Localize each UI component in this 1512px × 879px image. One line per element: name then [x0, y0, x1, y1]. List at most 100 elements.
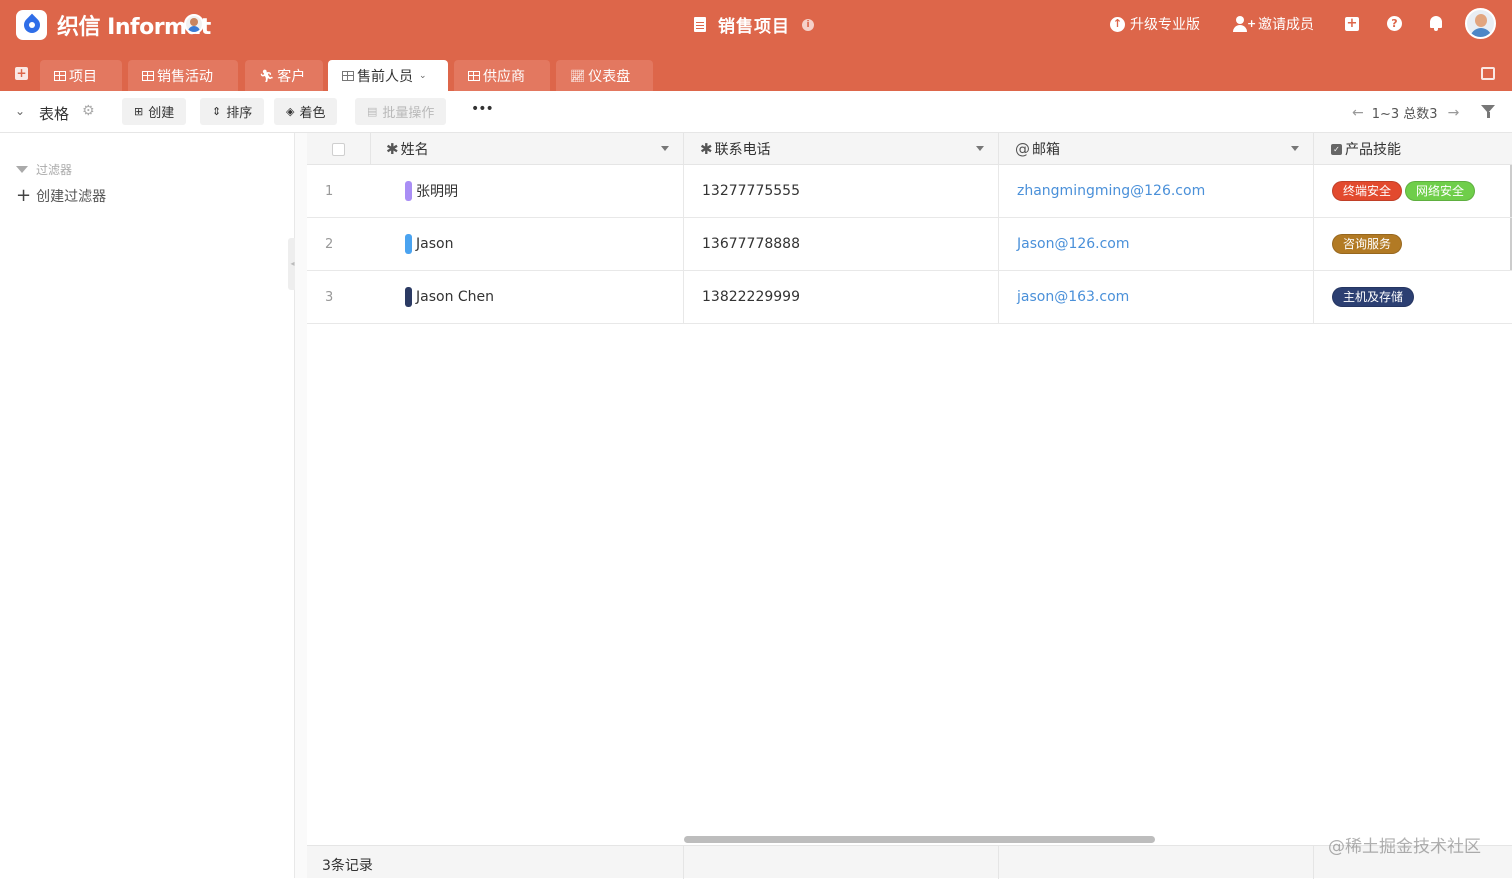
user-plus-icon: + — [1233, 16, 1256, 32]
invite-members-button[interactable]: + 邀请成员 — [1233, 14, 1314, 34]
email-cell[interactable]: Jason@126.com — [999, 218, 1314, 270]
chevron-down-icon[interactable]: ⌄ — [15, 104, 25, 118]
email-cell[interactable]: zhangmingming@126.com — [999, 165, 1314, 217]
column-label: 联系电话 — [714, 142, 771, 158]
row-number: 3 — [325, 289, 334, 305]
chevron-down-icon[interactable]: ⌄ — [419, 71, 427, 81]
upgrade-button[interactable]: ↑ 升级专业版 — [1110, 14, 1200, 34]
email-link[interactable]: jason@163.com — [1017, 289, 1129, 305]
color-button[interactable]: ◈ 着色 — [274, 98, 338, 125]
filter-title-label: 过滤器 — [36, 163, 73, 177]
row-number: 1 — [325, 183, 334, 199]
caret-down-icon[interactable] — [1291, 146, 1299, 151]
name-value: Jason Chen — [416, 289, 495, 305]
required-asterisk-icon: ✱ — [386, 140, 399, 158]
phone-cell[interactable]: 13822229999 — [684, 271, 999, 323]
record-color-bar — [405, 181, 412, 201]
user-avatar[interactable] — [1465, 8, 1496, 39]
tab-sales-activities[interactable]: 销售活动 — [128, 60, 238, 91]
caret-down-icon[interactable] — [661, 146, 669, 151]
skill-tag: 主机及存储 — [1332, 287, 1415, 307]
view-name[interactable]: 表格 — [39, 103, 69, 124]
help-icon[interactable]: ? — [1387, 16, 1402, 31]
more-icon[interactable]: ••• — [471, 101, 494, 117]
required-asterisk-icon: ✱ — [700, 140, 713, 158]
tab-presales-staff[interactable]: 售前人员 ⌄ — [328, 60, 448, 91]
plus-square-icon: ⊞ — [134, 105, 144, 118]
tab-customers[interactable]: 🏃︎ 客户 — [245, 60, 323, 91]
at-icon: @ — [1015, 140, 1030, 158]
record-count: 3条记录 — [322, 858, 373, 874]
email-link[interactable]: zhangmingming@126.com — [1017, 183, 1205, 199]
document-title-area: 销售项目 i — [694, 12, 814, 37]
column-header-email[interactable]: @ 邮箱 — [999, 133, 1314, 165]
create-button[interactable]: ⊞ 创建 — [122, 98, 187, 125]
table-row[interactable]: 1 张明明 13277775555 zhangmingming@126.com … — [307, 165, 1512, 218]
column-header-name[interactable]: ✱ 姓名 — [371, 133, 684, 165]
create-filter-label: 创建过滤器 — [36, 189, 107, 205]
app-logo-icon[interactable] — [16, 10, 47, 40]
name-cell[interactable]: Jason — [371, 218, 684, 270]
name-value: Jason — [416, 236, 454, 252]
tab-suppliers[interactable]: 供应商 — [454, 60, 550, 91]
name-value: 张明明 — [416, 184, 458, 200]
document-title[interactable]: 销售项目 — [718, 12, 790, 37]
filter-icon[interactable] — [1481, 105, 1495, 118]
skills-cell[interactable]: 终端安全 网络安全 — [1314, 165, 1512, 217]
caret-down-icon[interactable] — [976, 146, 984, 151]
phone-cell[interactable]: 13677778888 — [684, 218, 999, 270]
app-header: 织信 Informat 销售项目 i ↑ 升级专业版 + 邀请成员 + ? + … — [0, 0, 1512, 91]
color-label: 着色 — [299, 106, 326, 121]
horizontal-scrollbar[interactable] — [684, 836, 1155, 843]
phone-value: 13822229999 — [702, 289, 800, 305]
chart-icon: 📈︎ — [570, 68, 586, 83]
record-color-bar — [405, 234, 412, 254]
tab-label: 售前人员 — [357, 68, 413, 85]
filter-section-title: 过滤器 — [16, 161, 72, 178]
owner-avatar[interactable] — [184, 14, 204, 34]
phone-cell[interactable]: 13277775555 — [684, 165, 999, 217]
batch-operation-button[interactable]: ▤ 批量操作 — [355, 98, 447, 125]
email-link[interactable]: Jason@126.com — [1017, 236, 1130, 252]
footer-cell: 3条记录 — [307, 846, 684, 879]
column-header-skills[interactable]: ✓ 产品技能 — [1314, 133, 1512, 165]
skills-cell[interactable]: 咨询服务 — [1314, 218, 1512, 270]
select-all-checkbox[interactable] — [332, 142, 345, 156]
gear-icon[interactable]: ⚙ — [82, 103, 95, 119]
name-cell[interactable]: 张明明 — [371, 165, 684, 217]
filter-sidebar: 过滤器 + 创建过滤器 — [0, 133, 295, 878]
skills-cell[interactable]: 主机及存储 — [1314, 271, 1512, 323]
column-label: 邮箱 — [1032, 142, 1060, 158]
bell-icon[interactable] — [1430, 16, 1442, 31]
table-row[interactable]: 2 Jason 13677778888 Jason@126.com 咨询服务 — [307, 218, 1512, 271]
arrow-up-circle-icon: ↑ — [1110, 16, 1125, 32]
info-icon[interactable]: i — [802, 18, 814, 31]
arrow-right-icon[interactable]: → — [1448, 105, 1460, 121]
phone-value: 13277775555 — [702, 183, 800, 199]
sort-label: 排序 — [226, 106, 253, 121]
create-filter-button[interactable]: + 创建过滤器 — [16, 186, 106, 206]
email-cell[interactable]: jason@163.com — [999, 271, 1314, 323]
sort-button[interactable]: ⇕ 排序 — [200, 98, 265, 125]
row-number-cell: 1 — [307, 165, 371, 217]
data-grid: ✱ 姓名 ✱ 联系电话 @ 邮箱 ✓ 产品技能 1 张明明 1327777555… — [307, 133, 1512, 878]
column-header-phone[interactable]: ✱ 联系电话 — [684, 133, 999, 165]
create-label: 创建 — [148, 106, 175, 121]
checkbox-icon: ✓ — [1331, 143, 1342, 155]
footer-cell — [999, 846, 1314, 879]
column-label: 姓名 — [400, 142, 429, 158]
person-icon: 🏃︎ — [259, 68, 275, 83]
add-square-icon[interactable]: + — [1345, 17, 1359, 31]
arrow-left-icon[interactable]: ← — [1352, 105, 1364, 121]
tab-label: 销售活动 — [157, 68, 213, 85]
plus-icon: + — [16, 185, 32, 206]
name-cell[interactable]: Jason Chen — [371, 271, 684, 323]
grid-icon — [342, 70, 354, 81]
view-toolbar: ⌄ 表格 ⚙ ⊞ 创建 ⇕ 排序 ◈ 着色 ▤ 批量操作 ••• ← 1~3 总… — [0, 91, 1512, 133]
tab-projects[interactable]: 项目 — [40, 60, 122, 91]
tab-label: 项目 — [69, 68, 97, 85]
windows-icon[interactable] — [1481, 67, 1495, 80]
add-tab-icon[interactable]: + — [15, 67, 28, 80]
tab-dashboard[interactable]: 📈︎ 仪表盘 — [556, 60, 653, 91]
table-row[interactable]: 3 Jason Chen 13822229999 jason@163.com 主… — [307, 271, 1512, 324]
